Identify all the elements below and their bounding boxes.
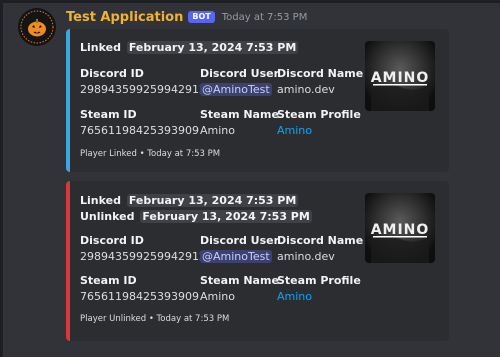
left-divider xyxy=(0,0,3,357)
field-value-discord-user: @AminoTest xyxy=(200,83,272,96)
user-mention[interactable]: @AminoTest xyxy=(200,250,272,263)
field-value-discord-user: @AminoTest xyxy=(200,250,272,263)
field-value-steam-id: 76561198425393909 xyxy=(80,124,199,137)
pumpkin-icon xyxy=(18,8,56,46)
linked-line: Linked February 13, 2024 7:53 PM xyxy=(80,41,299,54)
field-value-steam-name: Amino xyxy=(200,290,235,303)
message-header: Test Application BOT Today at 7:53 PM xyxy=(66,8,307,26)
field-value-discord-id: 298943599259942912 xyxy=(80,83,206,96)
field-value-discord-name: amino.dev xyxy=(277,83,335,96)
unlinked-label: Unlinked xyxy=(80,210,135,223)
message-timestamp[interactable]: Today at 7:53 PM xyxy=(222,12,308,23)
field-name-steam-id: Steam ID xyxy=(80,274,137,287)
embed-footer: Player Linked • Today at 7:53 PM xyxy=(80,149,221,159)
steam-profile-link[interactable]: Amino xyxy=(277,290,312,303)
linked-timestamp[interactable]: February 13, 2024 7:53 PM xyxy=(126,41,299,54)
svg-text:AMINO: AMINO xyxy=(371,222,430,238)
embed-accent-bar xyxy=(66,181,70,341)
field-value-steam-id: 76561198425393909 xyxy=(80,290,199,303)
embed-player-linked: Linked February 13, 2024 7:53 PM Discord… xyxy=(66,29,449,172)
field-value-discord-id: 298943599259942912 xyxy=(80,250,206,263)
bot-username[interactable]: Test Application xyxy=(66,10,183,25)
discord-message-view: Test Application BOT Today at 7:53 PM Li… xyxy=(0,0,500,357)
field-name-discord-id: Discord ID xyxy=(80,67,144,80)
embed-thumbnail[interactable]: AMINO xyxy=(365,41,435,111)
svg-text:AMINO: AMINO xyxy=(371,70,430,86)
bot-badge: BOT xyxy=(188,11,215,23)
field-name-steam-name: Steam Name xyxy=(200,108,279,121)
bot-avatar[interactable] xyxy=(18,8,56,46)
linked-label: Linked xyxy=(80,194,121,207)
amino-logo-icon: AMINO xyxy=(365,193,435,263)
linked-line: Linked February 13, 2024 7:53 PM xyxy=(80,194,299,207)
field-value-steam-name: Amino xyxy=(200,124,235,137)
field-name-steam-name: Steam Name xyxy=(200,274,279,287)
field-name-discord-name: Discord Name xyxy=(277,234,364,247)
linked-timestamp[interactable]: February 13, 2024 7:53 PM xyxy=(126,194,299,207)
unlinked-timestamp[interactable]: February 13, 2024 7:53 PM xyxy=(140,210,312,223)
field-name-discord-id: Discord ID xyxy=(80,234,144,247)
embed-thumbnail[interactable]: AMINO xyxy=(365,193,435,263)
field-name-steam-id: Steam ID xyxy=(80,108,137,121)
field-name-discord-user: Discord User xyxy=(200,234,280,247)
field-value-discord-name: amino.dev xyxy=(277,250,335,263)
field-name-steam-profile: Steam Profile xyxy=(277,108,361,121)
steam-profile-link[interactable]: Amino xyxy=(277,124,312,137)
amino-logo-icon: AMINO xyxy=(365,41,435,111)
field-name-steam-profile: Steam Profile xyxy=(277,274,361,287)
field-name-discord-name: Discord Name xyxy=(277,67,364,80)
top-divider xyxy=(0,0,500,3)
embed-player-unlinked: Linked February 13, 2024 7:53 PM Unlinke… xyxy=(66,181,449,341)
linked-label: Linked xyxy=(80,41,121,54)
user-mention[interactable]: @AminoTest xyxy=(200,83,272,96)
unlinked-line: Unlinked February 13, 2024 7:53 PM xyxy=(80,210,312,223)
embed-footer: Player Unlinked • Today at 7:53 PM xyxy=(80,314,230,324)
embed-accent-bar xyxy=(66,29,70,172)
field-name-discord-user: Discord User xyxy=(200,67,280,80)
